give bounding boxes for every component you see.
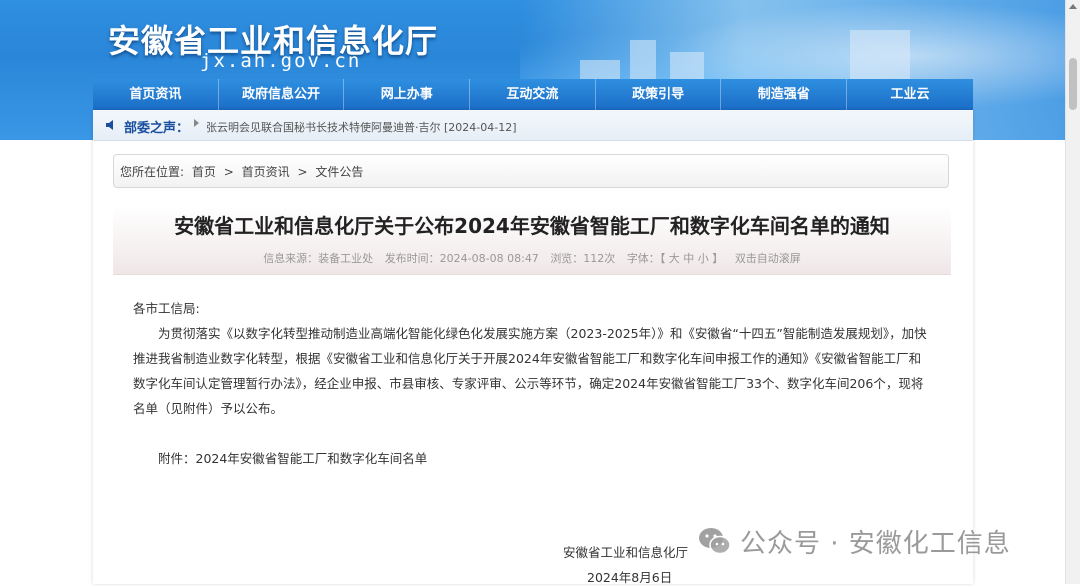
breadcrumb-current[interactable]: 文件公告 [315,165,363,179]
main-nav: 首页资讯 政府信息公开 网上办事 互动交流 政策引导 制造强省 工业云 [93,79,973,110]
page-scrollbar[interactable] [1065,0,1080,584]
breadcrumb-separator: > [223,165,234,179]
wechat-watermark: 公众号 · 安徽化工信息 [698,523,1011,559]
signature-date: 2024年8月6日 [587,570,673,585]
site-domain: jx.ah.gov.cn [200,50,362,72]
watermark-text: 公众号 · 安徽化工信息 [740,528,1011,559]
news-link[interactable]: 张云明会见联合国秘书长技术特使阿曼迪普·吉尔 [2024-04-12] [206,119,517,135]
breadcrumb-prefix: 您所在位置: [120,165,185,179]
meta-source: 信息来源：装备工业处 [263,252,374,265]
article-meta: 信息来源：装备工业处 发布时间：2024-08-08 08:47 浏览：112次… [113,250,951,266]
nav-item-home-news[interactable]: 首页资讯 [93,79,219,110]
scroll-thumb[interactable] [1069,58,1077,110]
news-ticker: 部委之声： 张云明会见联合国秘书长技术特使阿曼迪普·吉尔 [2024-04-12… [93,110,973,141]
news-label: 部委之声： [124,121,190,136]
nav-item-interaction[interactable]: 互动交流 [470,79,596,110]
article-body: 各市工信局: 为贯彻落实《以数字化转型推动制造业高端化智能化绿色化发展实施方案（… [133,296,933,471]
nav-item-manufacturing[interactable]: 制造强省 [721,79,848,110]
nav-item-online-services[interactable]: 网上办事 [344,79,471,110]
scroll-up-icon[interactable] [1069,4,1077,9]
nav-item-gov-info[interactable]: 政府信息公开 [219,79,345,110]
page-container: 部委之声： 张云明会见联合国秘书长技术特使阿曼迪普·吉尔 [2024-04-12… [93,110,973,585]
auto-scroll-hint: 双击自动滚屏 [734,252,801,265]
breadcrumb: 您所在位置: 首页 > 首页资讯 > 文件公告 [113,154,949,188]
font-size-switcher[interactable]: 【 大 中 小 】 [660,252,724,265]
meta-font-label: 字体： [626,252,660,265]
arrow-right-icon [194,119,199,127]
meta-publish-time: 发布时间：2024-08-08 08:47 [384,252,539,265]
breadcrumb-home[interactable]: 首页 [192,165,216,179]
signature-org: 安徽省工业和信息化厅 [563,545,689,560]
breadcrumb-separator: > [297,165,308,179]
breadcrumb-section[interactable]: 首页资讯 [242,165,290,179]
speaker-icon [106,120,113,130]
nav-item-industry-cloud[interactable]: 工业云 [847,79,973,110]
article-paragraph: 为贯彻落实《以数字化转型推动制造业高端化智能化绿色化发展实施方案（2023-20… [133,326,927,416]
article-header: 安徽省工业和信息化厅关于公布2024年安徽省智能工厂和数字化车间名单的通知 信息… [113,206,951,275]
article-greeting: 各市工信局: [133,301,200,316]
wechat-icon [699,528,731,555]
meta-views: 浏览：112次 [550,252,616,265]
attachment-link[interactable]: 附件：2024年安徽省智能工厂和数字化车间名单 [133,446,933,471]
nav-item-policy[interactable]: 政策引导 [596,79,722,110]
article-title: 安徽省工业和信息化厅关于公布2024年安徽省智能工厂和数字化车间名单的通知 [174,214,890,238]
